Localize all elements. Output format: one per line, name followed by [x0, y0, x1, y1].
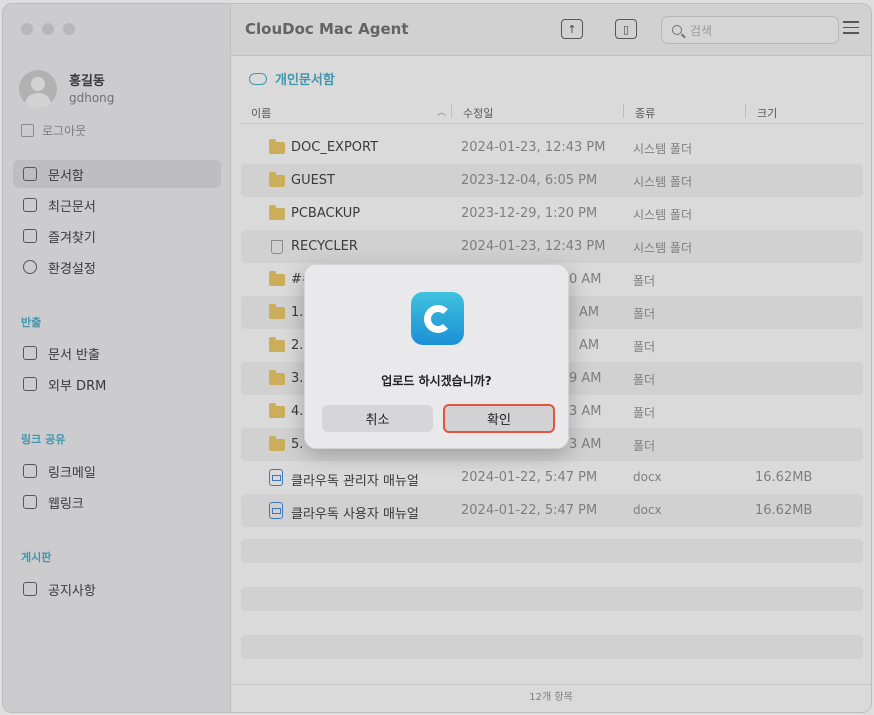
confirm-button[interactable]: 확인	[443, 404, 555, 433]
cloudoc-logo-icon	[411, 292, 464, 345]
dialog-message: 업로드 하시겠습니까?	[381, 374, 492, 388]
upload-confirm-dialog: 업로드 하시겠습니까? 취소 확인	[304, 264, 569, 449]
cancel-button[interactable]: 취소	[322, 405, 433, 432]
